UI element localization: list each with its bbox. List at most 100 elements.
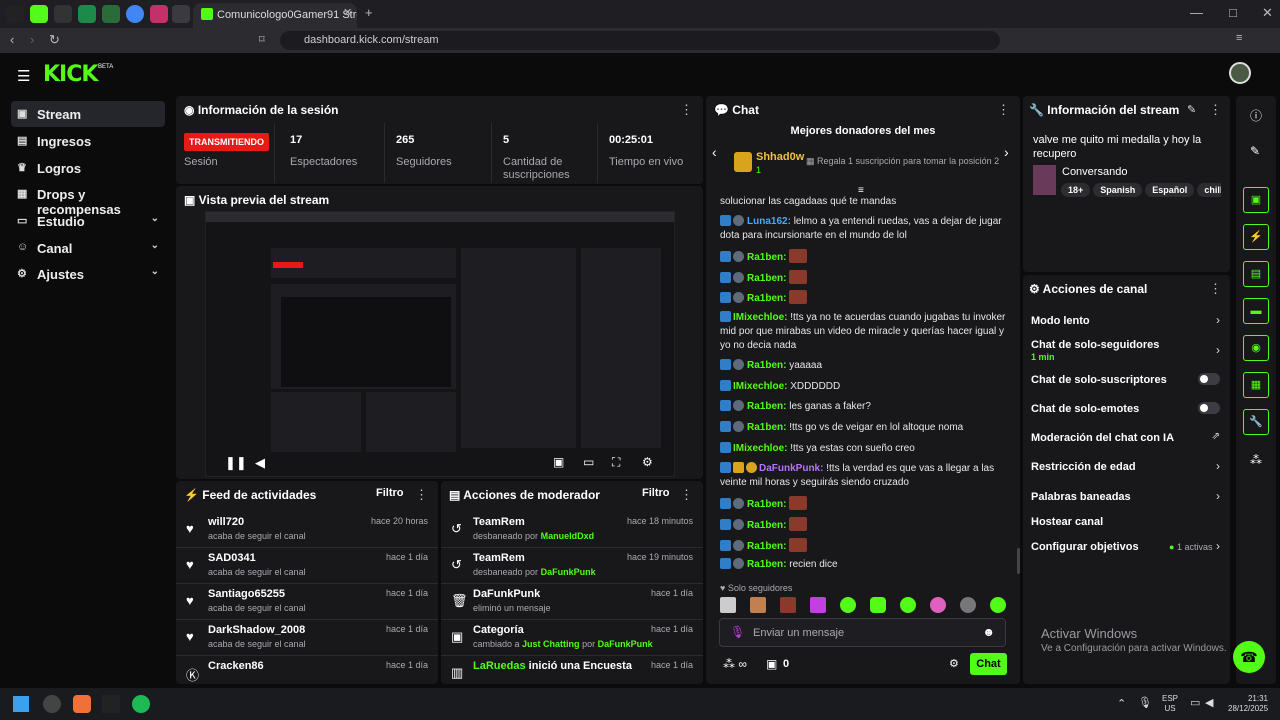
instagram-tab-icon[interactable] xyxy=(150,5,168,23)
sheets-tab-icon[interactable] xyxy=(78,5,96,23)
tiktok-tab-icon[interactable] xyxy=(6,5,24,23)
app-tab-icon-2[interactable] xyxy=(102,5,120,23)
minimize-icon[interactable]: — xyxy=(1190,5,1203,20)
maximize-icon[interactable]: □ xyxy=(1229,5,1237,20)
tag-badge[interactable]: 18+ xyxy=(1061,183,1091,197)
emotes-only-toggle[interactable] xyxy=(1198,402,1220,414)
emote-icon[interactable] xyxy=(960,597,976,613)
chat-username[interactable]: IMixechloe xyxy=(733,443,784,454)
windows-start-icon[interactable] xyxy=(13,696,29,712)
stream-preview-video[interactable] xyxy=(205,211,675,477)
emote-icon[interactable] xyxy=(900,597,916,613)
list-item[interactable]: ♥ DarkShadow_2008 acaba de seguir el canal… xyxy=(176,620,438,656)
clip-icon[interactable]: ▣ xyxy=(553,455,564,469)
emote-icon[interactable] xyxy=(720,597,736,613)
mod-user[interactable]: ManueldDxd xyxy=(541,531,595,541)
users-icon[interactable]: ▣ xyxy=(766,657,777,671)
url-input[interactable]: dashboard.kick.com/stream xyxy=(280,31,1000,50)
chat-settings-icon[interactable]: ⚙ xyxy=(949,657,959,670)
fullscreen-icon[interactable]: ⛶ xyxy=(612,455,620,470)
mod-filter-button[interactable]: Filtro xyxy=(642,487,670,499)
donor-cta[interactable]: ▦ Regala 1 suscripción para tomar la pos… xyxy=(806,156,999,167)
forward-icon[interactable]: › xyxy=(30,32,34,47)
settings-icon[interactable]: ⚙ xyxy=(642,455,653,469)
tray-chevron-icon[interactable]: ⌃ xyxy=(1117,697,1126,710)
chat-username[interactable]: Ra1ben xyxy=(747,422,783,433)
pause-icon[interactable]: ❚❚ xyxy=(225,455,247,471)
sidebar-item-drops[interactable]: ▦ Drops y recompensas xyxy=(11,181,165,217)
emote-icon[interactable] xyxy=(750,597,766,613)
active-tab[interactable]: Comunicologo0Gamer91 Stream xyxy=(193,3,357,28)
volume-icon[interactable]: ◀ xyxy=(255,455,265,471)
tag-badge[interactable]: Español xyxy=(1145,183,1195,197)
host-channel-row[interactable]: Hostear canal xyxy=(1031,516,1217,528)
tag-badge[interactable]: Spanish xyxy=(1093,183,1143,197)
edit-icon[interactable]: ✎ xyxy=(1187,103,1196,116)
list-item[interactable]: ▥ LaRuedas inició una Encuesta hace 1 día xyxy=(441,656,703,684)
more-options-icon[interactable]: ⋮ xyxy=(1209,102,1222,118)
chat-username[interactable]: Luna162 xyxy=(747,216,788,227)
support-chat-icon[interactable]: ☎ xyxy=(1233,641,1265,673)
chevron-right-icon[interactable]: › xyxy=(1216,343,1220,357)
emote-icon[interactable] xyxy=(840,597,856,613)
chat-scrollbar[interactable] xyxy=(1017,548,1020,574)
emote-icon[interactable] xyxy=(930,597,946,613)
chat-username[interactable]: Ra1ben xyxy=(747,401,783,412)
more-options-icon[interactable]: ⋮ xyxy=(680,487,693,503)
chat-username[interactable]: Ra1ben xyxy=(747,360,783,371)
mic-icon[interactable]: 🎙 xyxy=(730,625,745,639)
list-item[interactable]: ↺ TeamRem desbaneado por ManueldDxd hace 18… xyxy=(441,512,703,548)
kick-tab-icon[interactable] xyxy=(30,5,48,23)
brave-icon[interactable] xyxy=(73,695,91,713)
broadcast-rail-icon[interactable]: ◉ xyxy=(1243,335,1269,361)
network-icon[interactable]: ▭ xyxy=(1190,696,1200,709)
points-icon[interactable]: ⁂ ∞ xyxy=(723,657,747,671)
google-tab-icon[interactable] xyxy=(126,5,144,23)
emote-icon[interactable] xyxy=(870,597,886,613)
chat-username[interactable]: Ra1ben xyxy=(747,541,783,552)
sidebar-item-estudio[interactable]: ▭ Estudio ⌄ xyxy=(11,208,165,234)
category-name[interactable]: Just Chatting xyxy=(522,639,580,649)
sidebar-item-canal[interactable]: ☺ Canal ⌄ xyxy=(11,235,165,261)
followers-only-row[interactable]: Chat de solo-seguidores 1 min xyxy=(1031,339,1217,363)
list-item[interactable]: ♥ will720 acaba de seguir el canal hace 20 … xyxy=(176,512,438,548)
chat-username[interactable]: Ra1ben xyxy=(747,499,783,510)
spotify-icon[interactable] xyxy=(132,695,150,713)
more-options-icon[interactable]: ⋮ xyxy=(997,102,1010,118)
new-tab-icon[interactable]: + xyxy=(365,5,373,20)
chevron-right-icon[interactable]: › xyxy=(1216,539,1220,553)
list-item[interactable]: ▣ Categoría cambiado a Just Chatting por D… xyxy=(441,620,703,656)
chevron-right-icon[interactable]: › xyxy=(1216,459,1220,473)
chat-username[interactable]: Ra1ben xyxy=(747,252,783,263)
volume-tray-icon[interactable]: ◀ xyxy=(1205,696,1213,709)
app-tab-icon[interactable] xyxy=(54,5,72,23)
chat-username[interactable]: Ra1ben xyxy=(747,293,783,304)
chat-username[interactable]: IMixechloe xyxy=(733,312,784,323)
category-name[interactable]: Conversando xyxy=(1062,166,1127,178)
chat-username[interactable]: Ra1ben xyxy=(747,273,783,284)
age-restriction-row[interactable]: Restricción de edad xyxy=(1031,461,1217,473)
list-item[interactable]: 🗑 DaFunkPunk eliminó un mensaje hace 1 día xyxy=(441,584,703,620)
info-icon[interactable]: ⓘ xyxy=(1250,107,1262,124)
list-item[interactable]: ↺ TeamRem desbaneado por DaFunkPunk hace 19… xyxy=(441,548,703,584)
emote-icon[interactable] xyxy=(780,597,796,613)
donor-name[interactable]: Shhad0w xyxy=(756,151,804,163)
subs-only-toggle[interactable] xyxy=(1198,373,1220,385)
feed-filter-button[interactable]: Filtro xyxy=(376,487,404,499)
chevron-right-icon[interactable]: › xyxy=(1216,313,1220,327)
chat-username[interactable]: DaFunkPunk xyxy=(759,463,820,474)
list-rail-icon[interactable]: ▤ xyxy=(1243,261,1269,287)
external-link-icon[interactable]: ⇗ xyxy=(1212,431,1220,442)
language-indicator[interactable]: ESP US xyxy=(1162,694,1178,714)
game-icon[interactable] xyxy=(102,695,120,713)
emote-icon[interactable] xyxy=(810,597,826,613)
sidebar-item-ajustes[interactable]: ⚙ Ajustes ⌄ xyxy=(11,261,165,287)
send-chat-button[interactable]: Chat xyxy=(970,653,1007,675)
mod-user[interactable]: DaFunkPunk xyxy=(541,567,596,577)
reload-icon[interactable]: ↻ xyxy=(49,32,60,48)
chevron-right-icon[interactable]: › xyxy=(1004,144,1009,160)
settings-rail-icon[interactable]: ⁂ xyxy=(1250,453,1262,467)
muted-tab-icon[interactable] xyxy=(172,5,190,23)
emoji-icon[interactable]: ☻ xyxy=(982,625,995,639)
tag-badge[interactable]: chill xyxy=(1197,183,1221,197)
